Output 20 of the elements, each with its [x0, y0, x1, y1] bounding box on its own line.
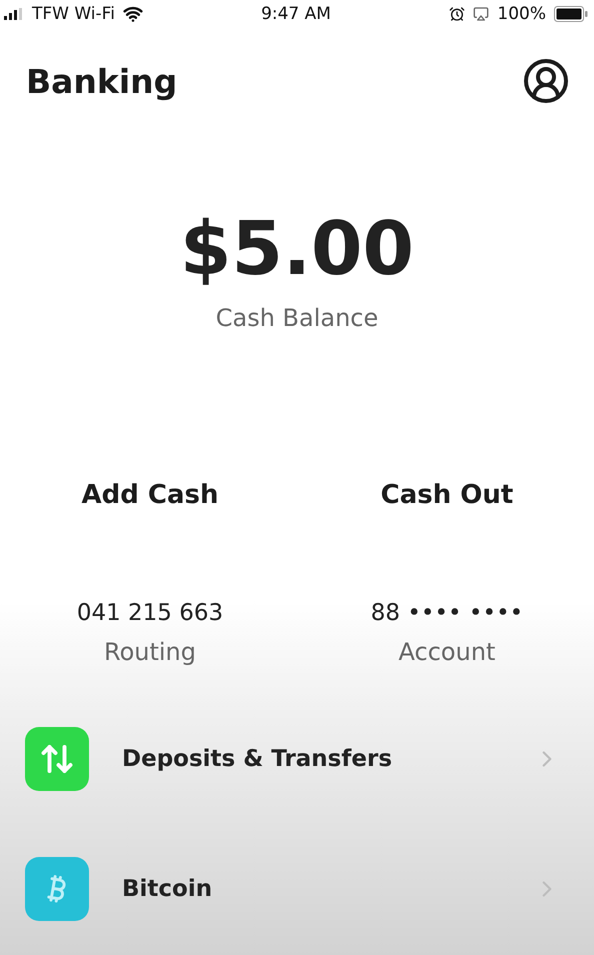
- clock-time: 9:47 AM: [261, 4, 331, 24]
- alarm-icon: [449, 6, 466, 22]
- menu-item[interactable]: Bitcoin: [122, 876, 534, 902]
- wifi-icon: [122, 4, 143, 24]
- carrier-name: TFW Wi-Fi: [32, 4, 115, 24]
- menu-item[interactable]: Deposits & Transfers: [122, 746, 534, 772]
- balance-label: Cash Balance: [216, 304, 378, 332]
- action-button[interactable]: Cash Out: [380, 480, 514, 510]
- airplay-icon: [473, 6, 490, 22]
- profile-icon[interactable]: [522, 57, 570, 105]
- battery-percent: 100%: [497, 4, 546, 24]
- battery-icon: [554, 6, 588, 22]
- account-number: 041 215 663: [76, 600, 224, 626]
- signal-icon: [4, 8, 24, 20]
- action-button[interactable]: Add Cash: [81, 480, 218, 510]
- page-title: Banking: [26, 62, 178, 100]
- account-label: Routing: [104, 638, 196, 666]
- balance-amount: $5.00: [180, 212, 414, 286]
- account-label: Account: [398, 638, 496, 666]
- account-number: 88 •••• ••••: [370, 600, 524, 626]
